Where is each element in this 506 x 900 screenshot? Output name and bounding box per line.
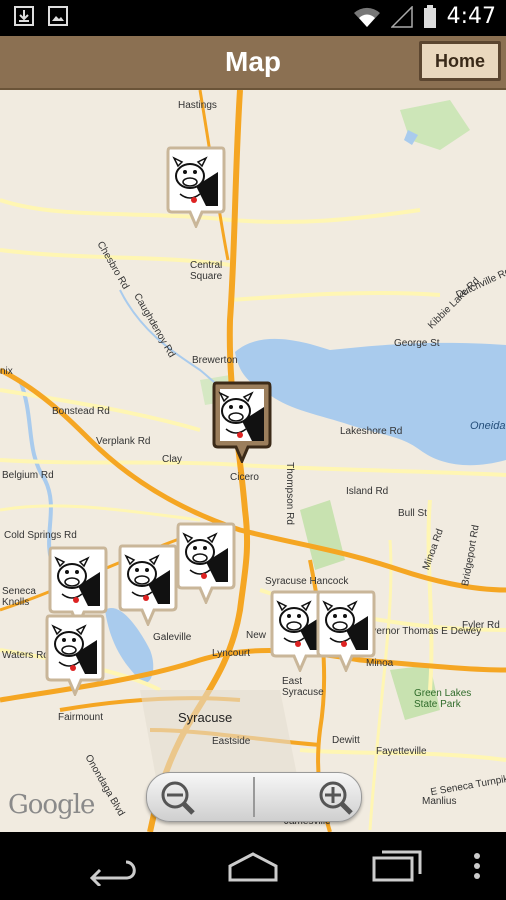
place-label: Cicero — [230, 472, 259, 483]
place-label: Lyncourt — [212, 648, 250, 659]
place-label: Fairmount — [58, 712, 104, 723]
place-label: Eastside — [212, 736, 251, 747]
zoom-in-button[interactable] — [255, 773, 361, 821]
zoom-out-button[interactable] — [147, 773, 253, 821]
place-label: Brewerton — [192, 355, 238, 366]
place-label: Seneca Knolls — [2, 586, 36, 608]
home-nav-button[interactable] — [218, 846, 288, 886]
zoom-out-icon — [161, 781, 195, 815]
zoom-in-icon — [319, 781, 353, 815]
lake-label: Oneida — [470, 420, 506, 432]
home-icon — [228, 852, 278, 882]
download-icon — [14, 6, 34, 26]
road-label: New — [246, 630, 267, 641]
ice-cream-location-pin[interactable] — [45, 614, 105, 696]
road-label: Fyler Rd — [462, 620, 500, 631]
clock: 4:47 — [446, 4, 496, 29]
image-icon — [48, 6, 68, 26]
place-label: Galeville — [153, 632, 192, 643]
road-label: Cold Springs Rd — [4, 530, 77, 541]
place-label: Green Lakes State Park — [414, 688, 472, 710]
back-button[interactable] — [78, 846, 148, 888]
recent-apps-icon — [372, 850, 422, 882]
overflow-menu-icon — [474, 853, 480, 879]
road-label: Island Rd — [346, 486, 389, 497]
place-label: Syracuse Hancock — [265, 576, 349, 587]
map-view[interactable]: Hastings Central Square Brewerton Clay C… — [0, 90, 506, 832]
road-label: Thompson Rd — [283, 462, 295, 525]
place-label: Hastings — [178, 100, 217, 111]
place-label: East Syracuse — [282, 676, 324, 698]
navigation-bar — [0, 832, 506, 900]
status-bar: 4:47 — [0, 0, 506, 36]
ice-cream-location-pin[interactable] — [176, 522, 236, 604]
place-label: Fayetteville — [376, 746, 427, 757]
place-label: Dewitt — [332, 735, 360, 746]
road-label: nix — [0, 366, 13, 377]
road-label: Belgium Rd — [2, 470, 54, 481]
google-logo: Google — [8, 790, 95, 820]
place-label: Syracuse — [178, 710, 233, 725]
road-label: Bonstead Rd — [52, 406, 110, 417]
ice-cream-location-pin[interactable] — [316, 590, 376, 672]
home-button[interactable]: Home — [419, 41, 501, 81]
ice-cream-location-pin[interactable] — [166, 146, 226, 228]
zoom-control — [146, 772, 362, 822]
recent-apps-button[interactable] — [362, 846, 432, 886]
road-label: Waters Rd — [2, 650, 49, 661]
road-label: Verplank Rd — [96, 436, 151, 447]
battery-icon — [423, 4, 436, 28]
place-label: Manlius — [422, 796, 457, 807]
road-label: Bull St — [398, 508, 427, 519]
place-label: Clay — [162, 454, 183, 465]
ice-cream-location-pin[interactable] — [212, 381, 272, 463]
app-header: Map Home — [0, 36, 506, 90]
road-label: George St — [394, 338, 440, 349]
place-label: Central Square — [190, 260, 223, 282]
ice-cream-location-pin[interactable] — [118, 544, 178, 626]
menu-button[interactable] — [462, 846, 492, 886]
road-label: Lakeshore Rd — [340, 426, 403, 437]
signal-icon — [390, 5, 413, 28]
back-icon — [89, 860, 136, 888]
wifi-icon — [353, 7, 380, 27]
